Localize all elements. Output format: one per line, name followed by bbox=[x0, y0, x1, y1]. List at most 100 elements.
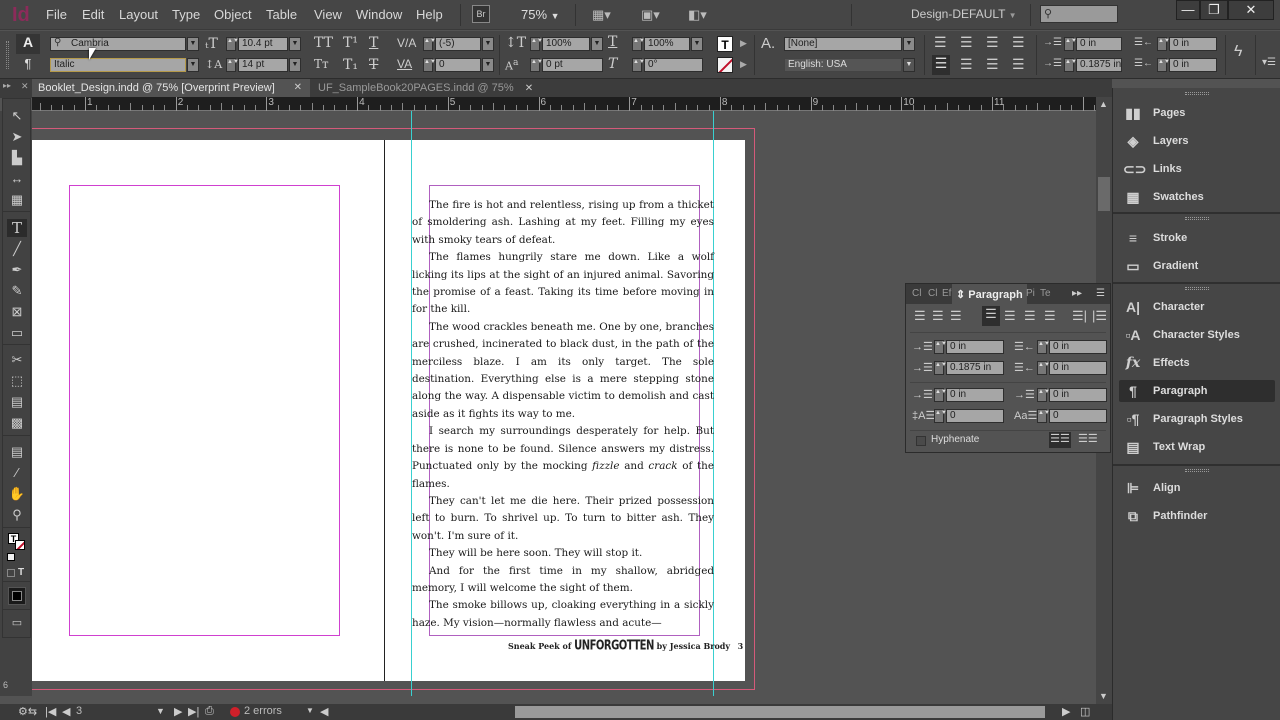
menu-type[interactable]: Type bbox=[172, 7, 200, 22]
rectangle-frame-tool-icon[interactable]: ⊠ bbox=[7, 303, 27, 321]
character-style-field[interactable]: [None] bbox=[784, 37, 902, 51]
font-size-dropdown[interactable]: ▼ bbox=[289, 37, 301, 51]
space-after-field[interactable]: 0 in bbox=[1049, 388, 1107, 402]
space-after-stepper[interactable]: ▲▼ bbox=[1037, 388, 1050, 402]
menu-edit[interactable]: Edit bbox=[82, 7, 104, 22]
expand-icon[interactable]: ▸▸ bbox=[3, 81, 11, 90]
next-page-icon[interactable]: ▶ bbox=[174, 705, 182, 718]
underline-icon[interactable]: T bbox=[369, 35, 378, 51]
skew-field[interactable]: 0° bbox=[644, 58, 703, 72]
dock-grip[interactable] bbox=[1185, 217, 1209, 220]
minimize-button[interactable]: — bbox=[1176, 0, 1200, 20]
dock-item-layers[interactable]: ◈ Layers bbox=[1119, 130, 1275, 152]
horizontal-scale-stepper[interactable]: ▲▼ bbox=[632, 37, 645, 51]
dock-grip[interactable] bbox=[1185, 287, 1209, 290]
font-style-field[interactable]: Italic bbox=[50, 58, 186, 72]
dock-item-swatches[interactable]: ▦ Swatches bbox=[1119, 186, 1275, 208]
horizontal-scroll-thumb[interactable] bbox=[515, 706, 1045, 718]
view-options-icon[interactable]: ▦▾ bbox=[592, 7, 611, 23]
dock-item-align[interactable]: ⊫ Align bbox=[1119, 477, 1275, 499]
strikethrough-icon[interactable]: T bbox=[369, 57, 378, 73]
view-mode-icon[interactable] bbox=[8, 587, 26, 605]
first-line-indent-field[interactable]: 0.1875 in bbox=[946, 361, 1004, 375]
last-line-indent-field[interactable]: 0 in bbox=[1049, 361, 1107, 375]
gap-tool-icon[interactable]: ↔ bbox=[7, 170, 27, 188]
last-page-icon[interactable]: ▶| bbox=[188, 705, 199, 718]
dock-item-gradient[interactable]: ▭ Gradient bbox=[1119, 255, 1275, 277]
direct-selection-tool-icon[interactable]: ➤ bbox=[7, 128, 27, 146]
justify-left-icon[interactable]: ☰ bbox=[982, 306, 1000, 326]
fill-color-icon[interactable]: T bbox=[717, 36, 733, 52]
zoom-level-dropdown[interactable]: 75% ▼ bbox=[521, 7, 560, 22]
panel-tab[interactable]: Ef bbox=[942, 288, 951, 299]
close-tab-icon[interactable]: ✕ bbox=[525, 83, 533, 94]
pen-tool-icon[interactable]: ✒ bbox=[7, 261, 27, 279]
rectangle-tool-icon[interactable]: ▭ bbox=[7, 324, 27, 342]
left-indent-stepper[interactable]: ▲▼ bbox=[934, 340, 947, 354]
justify-center-icon[interactable]: ☰ bbox=[1004, 308, 1016, 324]
dock-item-pathfinder[interactable]: ⧉ Pathfinder bbox=[1119, 505, 1275, 527]
align-left-icon[interactable]: ☰ bbox=[934, 34, 947, 51]
character-mode-button[interactable]: A bbox=[16, 34, 40, 54]
space-before-stepper[interactable]: ▲▼ bbox=[934, 388, 947, 402]
tracking-dropdown[interactable]: ▼ bbox=[482, 58, 494, 72]
first-page-icon[interactable]: |◀ bbox=[45, 705, 56, 718]
dock-item-character-styles[interactable]: ▫A Character Styles bbox=[1119, 324, 1275, 346]
right-indent-field[interactable]: 0 in bbox=[1169, 37, 1217, 51]
eyedropper-tool-icon[interactable]: ⁄ bbox=[7, 464, 27, 482]
left-indent-field[interactable]: 0 in bbox=[946, 340, 1004, 354]
font-family-dropdown[interactable]: ▼ bbox=[187, 37, 199, 51]
help-search-input[interactable]: ⚲ bbox=[1040, 5, 1118, 23]
justify-right-icon[interactable]: ☰ bbox=[986, 56, 999, 73]
horizontal-scale-field[interactable]: 100% bbox=[644, 37, 690, 51]
previous-page-icon[interactable]: ◀ bbox=[62, 705, 70, 718]
dock-item-text-wrap[interactable]: ▤ Text Wrap bbox=[1119, 436, 1275, 458]
restore-button[interactable]: ❐ bbox=[1200, 0, 1228, 20]
default-colors-icon[interactable] bbox=[7, 553, 15, 561]
dock-item-character[interactable]: A| Character bbox=[1119, 296, 1275, 318]
drop-cap-lines-stepper[interactable]: ▲▼ bbox=[934, 409, 947, 423]
dock-item-stroke[interactable]: ≡ Stroke bbox=[1119, 227, 1275, 249]
justify-all-icon[interactable]: ☰ bbox=[1012, 56, 1025, 73]
align-left-icon[interactable]: ☰ bbox=[914, 308, 926, 324]
formatting-text-icon[interactable]: T bbox=[18, 567, 24, 578]
first-line-indent-field[interactable]: 0.1875 in bbox=[1076, 58, 1122, 72]
arrange-documents-icon[interactable]: ◧▾ bbox=[688, 7, 707, 23]
tab-booklet-design[interactable]: Booklet_Design.indd @ 75% [Overprint Pre… bbox=[32, 79, 310, 97]
do-not-align-to-baseline-icon[interactable]: ☰☰ bbox=[1049, 432, 1071, 448]
dock-grip[interactable] bbox=[1185, 92, 1209, 95]
scroll-up-icon[interactable]: ▲ bbox=[1099, 99, 1108, 109]
last-line-indent-stepper[interactable]: ▲▼ bbox=[1037, 361, 1050, 375]
superscript-icon[interactable]: T¹ bbox=[343, 35, 358, 51]
stroke-menu-arrow[interactable]: ▶ bbox=[740, 59, 747, 70]
gradient-swatch-tool-icon[interactable]: ▤ bbox=[7, 393, 27, 411]
space-before-field[interactable]: 0 in bbox=[946, 388, 1004, 402]
panel-tab[interactable]: Te bbox=[1040, 288, 1051, 299]
leading-field[interactable]: 14 pt bbox=[238, 58, 288, 72]
drop-cap-chars-stepper[interactable]: ▲▼ bbox=[1037, 409, 1050, 423]
last-line-indent-field[interactable]: 0 in bbox=[1169, 58, 1217, 72]
drop-cap-chars-field[interactable]: 0 bbox=[1049, 409, 1107, 423]
split-layout-icon[interactable]: ◫ bbox=[1080, 705, 1090, 718]
tracking-field[interactable]: 0 bbox=[435, 58, 481, 72]
kerning-field[interactable]: (-5) bbox=[435, 37, 481, 51]
font-family-field[interactable]: Cambria bbox=[50, 37, 186, 51]
vertical-scale-field[interactable]: 100% bbox=[542, 37, 590, 51]
selection-tool-icon[interactable]: ↖ bbox=[7, 107, 27, 125]
font-style-dropdown[interactable]: ▼ bbox=[187, 58, 199, 72]
kerning-stepper[interactable]: ▲▼ bbox=[423, 37, 436, 51]
font-size-stepper[interactable]: ▲▼ bbox=[226, 37, 239, 51]
all-caps-icon[interactable]: TT bbox=[314, 35, 333, 51]
type-tool-icon[interactable]: T bbox=[7, 219, 27, 237]
close-tab-icon[interactable]: ✕ bbox=[294, 79, 302, 97]
baseline-shift-stepper[interactable]: ▲▼ bbox=[530, 58, 543, 72]
menu-layout[interactable]: Layout bbox=[119, 7, 158, 22]
formatting-container-icon[interactable] bbox=[7, 569, 15, 577]
small-caps-icon[interactable]: Tт bbox=[314, 57, 329, 71]
character-style-dropdown[interactable]: ▼ bbox=[903, 37, 915, 51]
close-icon[interactable]: ✕ bbox=[21, 81, 29, 92]
panel-tab-paragraph[interactable]: ⇕ Paragraph bbox=[952, 284, 1027, 304]
collapse-panel-icon[interactable]: ▸▸ bbox=[1072, 288, 1082, 299]
open-page-icon[interactable]: ⎙ bbox=[205, 705, 214, 718]
vertical-scale-dropdown[interactable]: ▼ bbox=[591, 37, 603, 51]
